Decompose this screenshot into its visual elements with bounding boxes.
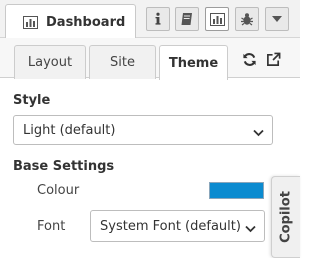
- dashboard-view-button[interactable]: [205, 7, 229, 31]
- tab-site[interactable]: Site: [89, 45, 156, 79]
- colour-picker-swatch[interactable]: [209, 182, 264, 199]
- settings-tabs: Layout Site Theme: [0, 38, 300, 80]
- info-button[interactable]: [146, 7, 170, 31]
- header-bar: Dashboard: [0, 0, 300, 39]
- bar-chart-icon: [23, 15, 38, 29]
- copilot-label: Copilot: [278, 191, 294, 243]
- tab-layout-label: Layout: [27, 55, 73, 70]
- colour-label: Colour: [37, 183, 80, 198]
- font-select[interactable]: System Font (default): [90, 210, 265, 242]
- refresh-icon: [242, 52, 257, 71]
- base-settings-heading: Base Settings: [13, 159, 115, 174]
- book-icon: [180, 12, 194, 26]
- theme-settings-panel: Dashboard Layout Site Theme Style Light …: [0, 0, 300, 258]
- tab-theme-label: Theme: [168, 55, 219, 71]
- refresh-button[interactable]: [240, 52, 258, 70]
- docs-button[interactable]: [175, 7, 199, 31]
- chart-icon: [209, 12, 225, 26]
- dashboard-tab-label: Dashboard: [46, 14, 126, 30]
- style-select[interactable]: Light (default): [13, 115, 273, 145]
- copilot-side-tab[interactable]: Copilot: [271, 176, 300, 258]
- external-link-icon: [266, 52, 281, 71]
- font-label: Font: [37, 219, 66, 234]
- tab-layout[interactable]: Layout: [14, 45, 86, 79]
- caret-down-icon: [272, 16, 282, 22]
- chevron-down-icon: [253, 126, 264, 141]
- style-heading: Style: [13, 93, 51, 108]
- bug-icon: [240, 12, 254, 26]
- info-icon: [153, 12, 163, 26]
- tab-site-label: Site: [110, 55, 135, 70]
- font-select-value: System Font (default): [100, 218, 241, 234]
- chevron-down-icon: [245, 222, 256, 237]
- open-external-button[interactable]: [264, 52, 282, 70]
- style-select-value: Light (default): [23, 122, 116, 138]
- menu-dropdown-button[interactable]: [265, 7, 289, 31]
- debug-button[interactable]: [235, 7, 259, 31]
- tab-theme[interactable]: Theme: [159, 45, 228, 80]
- dashboard-tab[interactable]: Dashboard: [5, 4, 136, 39]
